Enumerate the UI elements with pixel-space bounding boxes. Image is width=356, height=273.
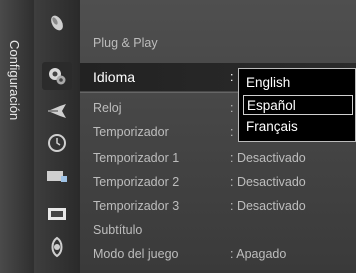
menu-item-temporizador-3[interactable]: Temporizador 3 : Desactivado xyxy=(80,195,356,217)
language-option-francais[interactable]: Français xyxy=(243,117,353,137)
menu-item-plug-and-play[interactable]: Plug & Play xyxy=(80,32,356,54)
menu-item-label: Subtítulo xyxy=(93,223,143,237)
settings-icon[interactable] xyxy=(42,62,72,90)
menu-item-label: Plug & Play xyxy=(93,36,158,50)
sidebar-title-panel: Configuración xyxy=(0,0,34,273)
input-icon[interactable] xyxy=(46,203,68,225)
sound-icon[interactable] xyxy=(46,100,68,122)
picture-icon[interactable] xyxy=(46,12,68,34)
language-dropdown[interactable]: English Español Français xyxy=(238,68,356,142)
settings-menu-window: Configuración Plug & Play Idioma: Reloj… xyxy=(0,0,356,273)
menu-item-label: Temporizador 1 xyxy=(93,151,180,165)
language-option-espanol[interactable]: Español xyxy=(243,95,353,115)
language-option-english[interactable]: English xyxy=(243,73,353,93)
menu-item-subtitulo[interactable]: Subtítulo xyxy=(80,219,356,241)
sidebar-title: Configuración xyxy=(7,40,22,121)
menu-item-value: : Apagado xyxy=(230,247,287,261)
menu-item-label: Reloj xyxy=(93,101,122,115)
menu-item-temporizador-2[interactable]: Temporizador 2 : Desactivado xyxy=(80,171,356,193)
menu-item-value: : Desactivado xyxy=(230,151,306,165)
menu-item-value: : xyxy=(230,101,234,115)
menu-item-label: Temporizador 3 xyxy=(93,199,180,213)
menu-item-label: Modo del juego xyxy=(93,247,179,261)
menu-item-value: : Desactivado xyxy=(230,175,306,189)
icon-column xyxy=(34,0,80,273)
menu-item-label: Idioma xyxy=(93,69,136,85)
clock-icon[interactable] xyxy=(46,132,68,154)
menu-item-label: Temporizador xyxy=(93,125,169,139)
menu-item-modo-del-juego[interactable]: Modo del juego : Apagado xyxy=(80,243,356,265)
support-icon[interactable] xyxy=(46,236,68,258)
menu-item-temporizador-1[interactable]: Temporizador 1 : Desactivado xyxy=(80,147,356,169)
channel-icon[interactable] xyxy=(46,165,68,187)
menu-item-label: Temporizador 2 xyxy=(93,175,180,189)
menu-item-value: : Desactivado xyxy=(230,199,306,213)
menu-item-value: : xyxy=(230,125,234,139)
menu-item-value: : xyxy=(230,70,234,84)
